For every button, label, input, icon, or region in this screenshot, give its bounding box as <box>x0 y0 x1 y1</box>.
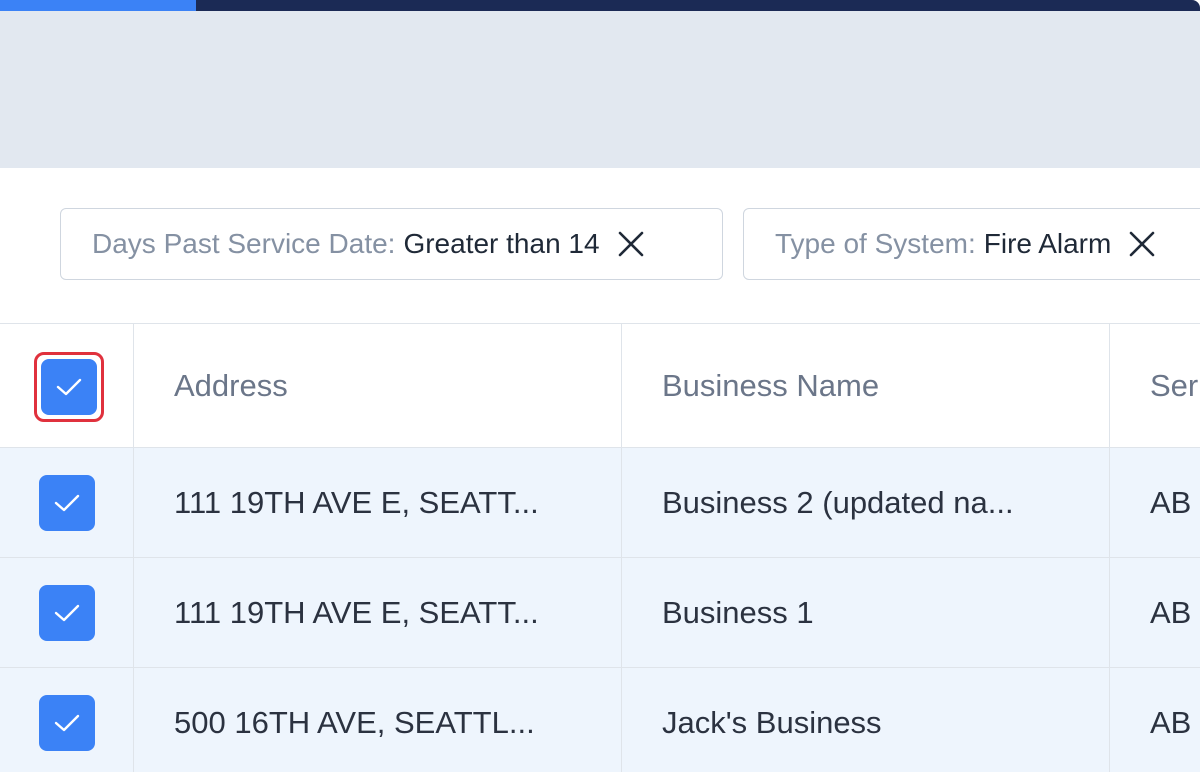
column-header-service[interactable]: Ser <box>1110 324 1200 447</box>
progress-fill <box>0 0 196 11</box>
row-checkbox[interactable] <box>38 474 95 531</box>
results-table: Address Business Name Ser 111 19TH AVE E… <box>0 323 1200 772</box>
filter-chip-key: Days Past Service Date: <box>92 228 396 259</box>
address-cell: 111 19TH AVE E, SEATT... <box>174 594 539 630</box>
filter-chip-value: Greater than 14 <box>403 228 600 259</box>
row-checkbox[interactable] <box>38 584 95 641</box>
select-all-cell <box>0 324 133 447</box>
address-cell: 111 19TH AVE E, SEATT... <box>174 484 539 520</box>
address-cell: 500 16TH AVE, SEATTL... <box>174 704 535 740</box>
table-header-row: Address Business Name Ser <box>0 324 1200 448</box>
business-name-cell: Business 2 (updated na... <box>662 484 1014 520</box>
filter-chip-days-past[interactable]: Days Past Service Date: Greater than 14 <box>60 208 723 280</box>
business-name-cell: Business 1 <box>662 594 814 630</box>
check-icon <box>54 604 79 621</box>
filter-chip-system-type[interactable]: Type of System: Fire Alarm <box>743 208 1200 280</box>
column-header-business-name[interactable]: Business Name <box>622 324 1109 447</box>
filter-bar: Days Past Service Date: Greater than 14 … <box>0 168 1200 323</box>
table-row[interactable]: 111 19TH AVE E, SEATT... Business 1 AB <box>0 558 1200 668</box>
service-cell: AB <box>1150 484 1192 520</box>
row-select-cell <box>0 448 133 557</box>
service-cell: AB <box>1150 594 1192 630</box>
check-icon <box>54 714 79 731</box>
select-all-checkbox[interactable] <box>41 359 97 415</box>
check-icon <box>56 378 82 396</box>
top-progress-bar <box>0 0 1200 11</box>
table-row[interactable]: 111 19TH AVE E, SEATT... Business 2 (upd… <box>0 448 1200 558</box>
column-header-address[interactable]: Address <box>134 324 621 447</box>
business-name-cell: Jack's Business <box>662 704 882 740</box>
check-icon <box>54 494 79 511</box>
select-all-highlight <box>34 352 104 422</box>
header-band <box>0 11 1200 168</box>
close-icon[interactable] <box>618 231 644 257</box>
row-select-cell <box>0 668 133 772</box>
row-checkbox[interactable] <box>38 694 95 751</box>
service-cell: AB <box>1150 704 1192 740</box>
app-frame: Days Past Service Date: Greater than 14 … <box>0 0 1200 772</box>
filter-chip-value: Fire Alarm <box>983 228 1112 259</box>
close-icon[interactable] <box>1129 231 1155 257</box>
filter-chip-key: Type of System: <box>775 228 976 259</box>
row-select-cell <box>0 558 133 667</box>
table-row[interactable]: 500 16TH AVE, SEATTL... Jack's Business … <box>0 668 1200 772</box>
